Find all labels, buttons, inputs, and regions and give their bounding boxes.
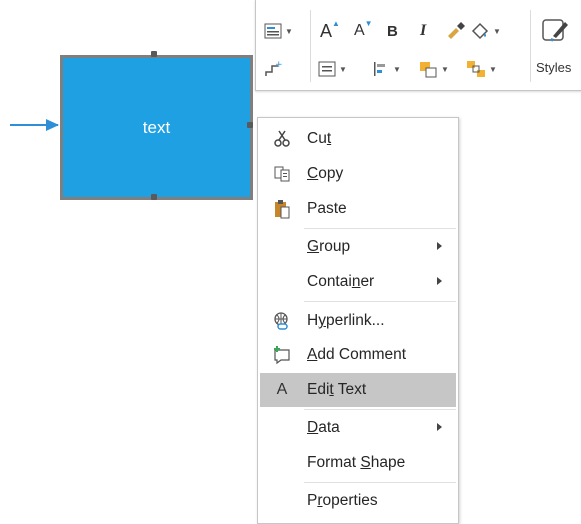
menu-item-label: Edit Text [307,381,367,398]
shape-handle-top[interactable] [151,51,157,57]
up-triangle-icon: ▲ [332,18,340,28]
connector-arrowhead [46,119,59,131]
chevron-down-icon: ▼ [493,26,501,36]
chevron-down-icon: ▼ [285,26,293,36]
menu-item-label: Group [307,238,351,255]
position-button[interactable]: ▼ [372,56,401,82]
styles-button[interactable] [541,14,571,48]
increase-font-label: A [320,20,333,41]
mini-toolbar: ▼ A ▲ A ▼ B I ▼ Styles + ▼ ▼ ▼ ▼ [255,0,581,91]
menu-item-label: Paste [307,200,347,217]
shape-handle-right[interactable] [247,122,253,128]
styles-icon [542,19,568,42]
connection-point-icon: + [265,60,282,76]
format-painter-icon [448,22,465,39]
decrease-font-label: A [354,22,365,39]
menu-divider [304,409,456,410]
italic-button[interactable]: I [420,18,426,44]
group-objects-button[interactable]: ▼ [466,56,497,82]
down-triangle-icon: ▼ [364,18,373,28]
chevron-down-icon: ▼ [339,64,347,74]
menu-item-data[interactable]: Data [260,411,456,445]
toolbar-divider [530,10,531,82]
menu-item-group[interactable]: Group [260,230,456,264]
menu-divider [304,482,456,483]
menu-item-label: Container [307,273,375,290]
menu-item-label: Hyperlink... [307,312,385,329]
menu-item-container[interactable]: Container [260,265,456,299]
chevron-down-icon: ▼ [441,64,449,74]
shape-handle-bottom[interactable] [151,194,157,200]
process-shape[interactable]: text [60,55,253,200]
fill-button[interactable]: ▼ [470,18,501,44]
align-text-button[interactable]: ▼ [318,56,347,82]
text-block-button[interactable]: ▼ [264,18,293,44]
menu-item-paste[interactable]: Paste [260,192,456,226]
align-shapes-icon [374,62,385,76]
menu-item-copy[interactable]: Copy [260,157,456,191]
menu-divider [304,228,456,229]
shape-text[interactable]: text [143,118,170,138]
bring-to-front-icon [420,62,437,78]
svg-text:+: + [275,60,282,70]
styles-label[interactable]: Styles [536,60,571,75]
increase-font-button[interactable]: A ▲ [320,18,340,44]
toolbar-divider [310,10,311,82]
menu-item-label: Format Shape [307,454,406,471]
menu-item-label: Copy [307,165,344,182]
bold-button[interactable]: B [387,18,398,44]
menu-item-hyperlink[interactable]: Hyperlink... [260,304,456,338]
menu-item-add-comment[interactable]: Add Comment [260,338,456,372]
chevron-down-icon: ▼ [393,64,401,74]
menu-item-edit-text[interactable]: A Edit Text [260,373,456,407]
chevron-down-icon: ▼ [489,64,497,74]
submenu-arrow-icon [437,277,442,285]
italic-label: I [420,22,427,39]
menu-divider [304,301,456,302]
bring-to-front-button[interactable]: ▼ [418,56,449,82]
menu-item-label: Add Comment [307,346,407,363]
context-menu: Cut Copy Paste Group Container Hyperlink… [257,117,459,524]
menu-item-cut[interactable]: Cut [260,122,456,156]
decrease-font-button[interactable]: A ▼ [354,18,373,44]
add-comment-icon [260,345,304,365]
copy-icon [260,165,304,183]
format-painter-button[interactable] [446,18,466,44]
align-text-icon [318,61,336,77]
connection-point-button[interactable]: + [264,56,282,82]
submenu-arrow-icon [437,423,442,431]
group-objects-icon [467,61,485,77]
menu-item-properties[interactable]: Properties [260,484,456,518]
edit-text-icon: A [276,381,288,398]
paste-icon [260,199,304,219]
menu-item-label: Properties [307,492,378,509]
scissors-icon [260,130,304,148]
submenu-arrow-icon [437,242,442,250]
menu-item-label: Data [307,419,340,436]
fill-bucket-icon [471,22,489,40]
bold-label: B [387,22,398,40]
text-block-icon [264,23,282,39]
menu-item-format-shape[interactable]: Format Shape [260,446,456,480]
hyperlink-icon [260,311,304,331]
menu-item-label: Cut [307,130,332,147]
